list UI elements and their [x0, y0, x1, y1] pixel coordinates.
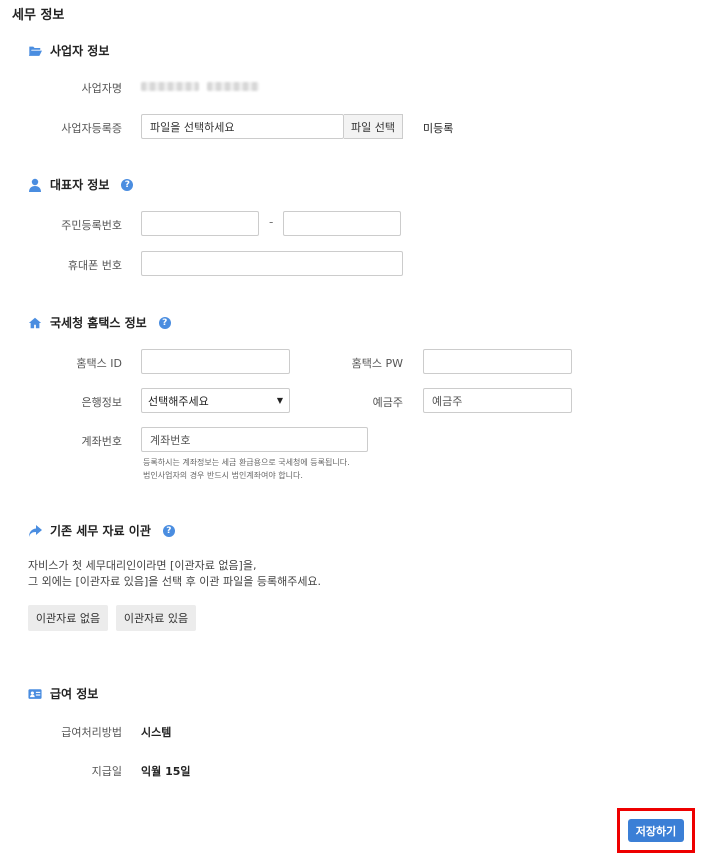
section-business-title: 사업자 정보 — [50, 44, 110, 58]
business-reg-file-input[interactable]: 파일을 선택하세요 — [141, 114, 344, 139]
hometax-pw-input[interactable] — [423, 349, 572, 374]
account-input[interactable]: 계좌번호 — [141, 427, 368, 452]
section-business: 사업자 정보 — [28, 42, 109, 59]
file-select-button[interactable]: 파일 선택 — [344, 114, 403, 139]
bank-select-value: 선택해주세요 — [148, 394, 209, 408]
payroll-method-label: 급여처리방법 — [61, 726, 122, 739]
section-hometax: 국세청 홈택스 정보 ? — [28, 314, 171, 331]
user-icon — [29, 178, 41, 192]
hometax-id-input[interactable] — [141, 349, 290, 374]
holder-label: 예금주 — [372, 396, 403, 409]
phone-input[interactable] — [141, 251, 403, 276]
rrn-back-input[interactable] — [283, 211, 401, 236]
save-button[interactable]: 저장하기 — [628, 819, 684, 842]
hometax-id-label: 홈택스 ID — [76, 357, 122, 370]
business-name-value — [141, 82, 259, 91]
save-highlight: 저장하기 — [617, 808, 695, 853]
rrn-separator: - — [269, 215, 274, 229]
question-circle-icon[interactable]: ? — [158, 316, 171, 329]
migration-desc-1: 자비스가 첫 세무대리인이라면 [이관자료 없음]을, — [28, 559, 257, 572]
migration-desc-2: 그 외에는 [이관자료 있음]을 선택 후 이관 파일을 등록해주세요. — [28, 575, 322, 588]
section-representative: 대표자 정보 ? — [28, 176, 134, 193]
section-hometax-title: 국세청 홈택스 정보 — [50, 316, 147, 330]
payday-value: 익월 15일 — [141, 765, 191, 778]
holder-input[interactable]: 예금주 — [423, 388, 572, 413]
bank-select[interactable]: 선택해주세요 ▼ — [141, 388, 290, 413]
bank-label: 은행정보 — [81, 396, 122, 409]
migration-exists-button[interactable]: 이관자료 있음 — [116, 605, 196, 631]
payday-label: 지급일 — [91, 765, 122, 778]
page-title: 세무 정보 — [12, 8, 65, 23]
question-circle-icon[interactable]: ? — [121, 178, 134, 191]
rrn-front-input[interactable] — [141, 211, 259, 236]
hometax-pw-label: 홈택스 PW — [351, 357, 403, 370]
business-name-label: 사업자명 — [81, 82, 122, 95]
rrn-label: 주민등록번호 — [61, 219, 122, 232]
question-circle-icon[interactable]: ? — [162, 524, 175, 537]
phone-label: 휴대폰 번호 — [67, 259, 122, 272]
id-card-icon — [28, 688, 42, 699]
migration-none-button[interactable]: 이관자료 없음 — [28, 605, 108, 631]
section-migration: 기존 세무 자료 이관 ? — [28, 522, 175, 539]
section-payroll: 급여 정보 — [28, 685, 98, 702]
account-hint-2: 법인사업자의 경우 반드시 법인계좌여야 합니다. — [143, 471, 303, 480]
section-representative-title: 대표자 정보 — [50, 178, 110, 192]
home-icon — [28, 317, 42, 328]
payroll-method-value: 시스템 — [141, 726, 172, 739]
share-arrow-icon — [29, 524, 42, 537]
section-payroll-title: 급여 정보 — [50, 687, 99, 701]
account-hint-1: 등록하시는 계좌정보는 세금 환급용으로 국세청에 등록됩니다. — [143, 458, 350, 467]
folder-open-icon — [28, 46, 42, 56]
business-reg-status: 미등록 — [423, 122, 454, 135]
section-migration-title: 기존 세무 자료 이관 — [50, 524, 151, 538]
business-reg-label: 사업자등록증 — [61, 122, 122, 135]
caret-down-icon: ▼ — [276, 396, 283, 405]
account-label: 계좌번호 — [81, 435, 122, 448]
